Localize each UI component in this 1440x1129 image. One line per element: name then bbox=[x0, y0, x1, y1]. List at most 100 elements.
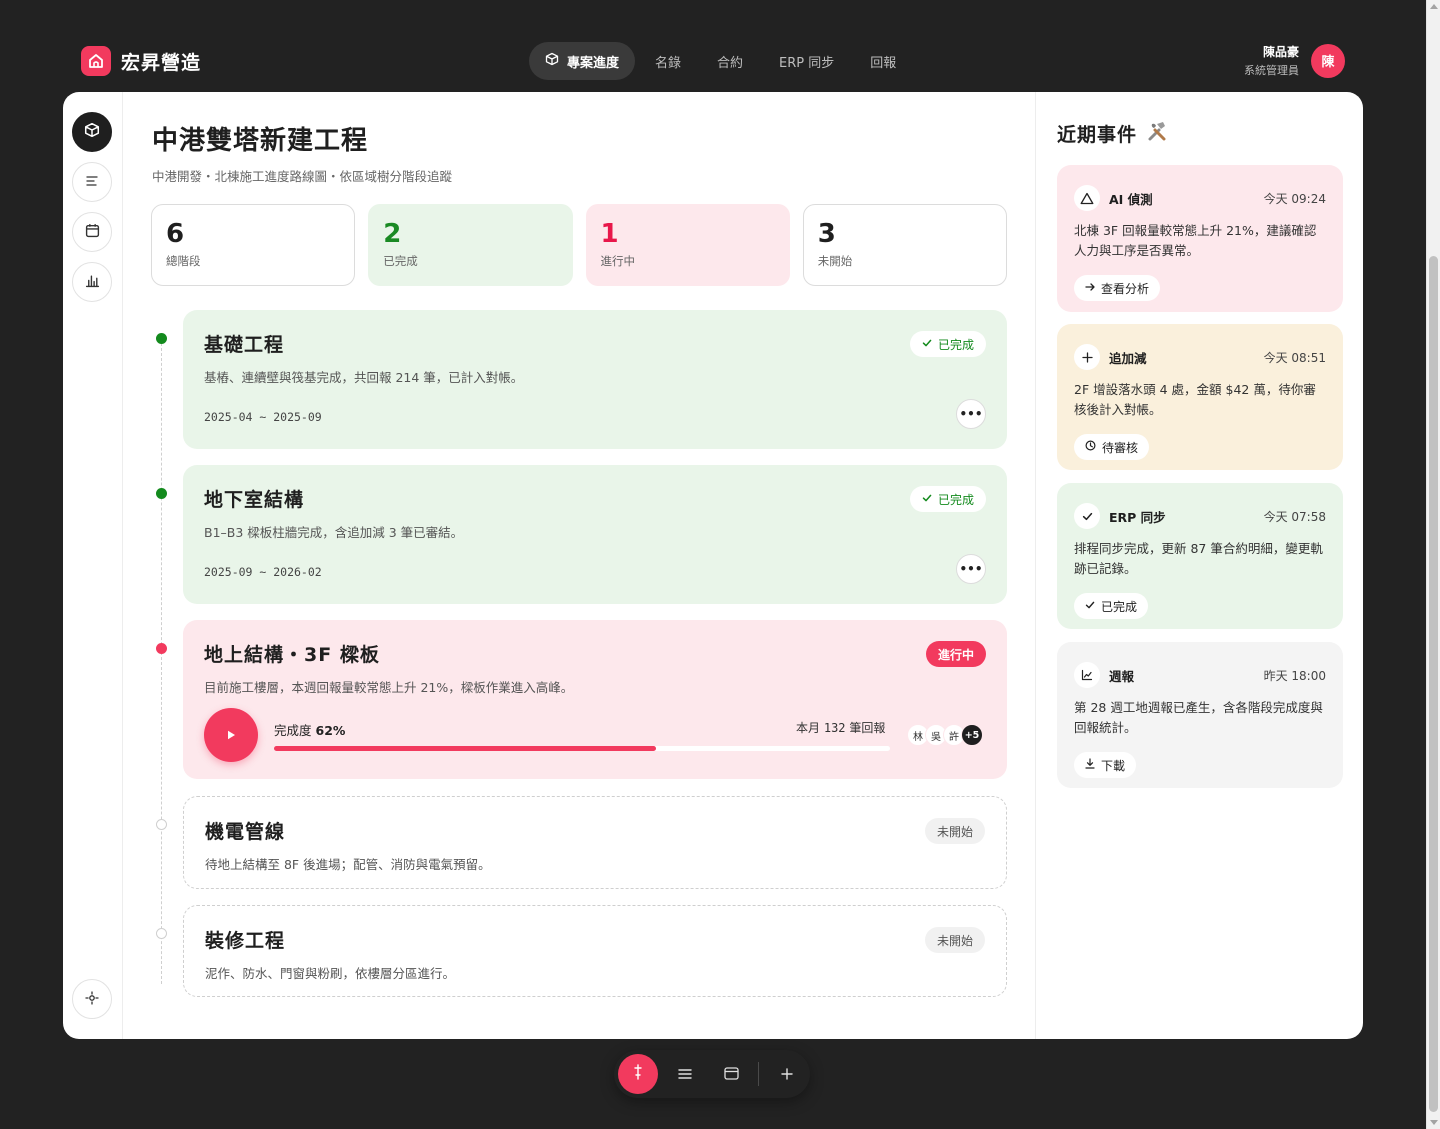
rail-button-progress[interactable] bbox=[72, 112, 112, 152]
event-name: AI 偵測 bbox=[1109, 191, 1153, 207]
phase-desc: 待地上結構至 8F 後進場；配管、消防與電氣預留。 bbox=[205, 857, 491, 872]
window-icon bbox=[723, 1065, 739, 1084]
status-badge: 進行中 bbox=[925, 641, 986, 667]
nav-item-label: 回報 bbox=[870, 55, 897, 71]
phase-desc: 目前施工樓層，本週回報量較常態上升 21%，樑板作業進入高峰。 bbox=[204, 680, 574, 695]
page-scrollbar[interactable] bbox=[1426, 0, 1440, 1129]
event-name: 週報 bbox=[1109, 668, 1135, 684]
page-title: 中港雙塔新建工程 bbox=[152, 126, 369, 156]
plus-icon bbox=[781, 1065, 793, 1084]
page-subtitle: 中港開發・北棟施工進度路線圖・依區域樹分階段追蹤 bbox=[152, 169, 453, 184]
stat-total-phases[interactable]: 6 總階段 bbox=[151, 204, 356, 286]
timeline-dot-done bbox=[156, 488, 167, 499]
progress-row: 完成度 62% 本月 132 筆回報 林 吳 許 +5 bbox=[204, 708, 986, 762]
phase-card-finishing[interactable]: 裝修工程 泥作、防水、門窗與粉刷，依樓層分區進行。 未開始 bbox=[183, 905, 1007, 997]
action-label: 已完成 bbox=[1101, 599, 1138, 614]
stat-label: 已完成 bbox=[383, 254, 418, 268]
progress-label: 完成度 62% bbox=[274, 720, 345, 739]
dock-list-button[interactable] bbox=[670, 1059, 700, 1089]
progress-content: 中港雙塔新建工程 中港開發・北棟施工進度路線圖・依區域樹分階段追蹤 6 總階段 … bbox=[123, 92, 1035, 1039]
member-avatars[interactable]: 林 吳 許 +5 bbox=[907, 724, 983, 746]
stat-label: 進行中 bbox=[600, 254, 636, 268]
main-card: 中港雙塔新建工程 中港開發・北棟施工進度路線圖・依區域樹分階段追蹤 6 總階段 … bbox=[63, 92, 1363, 1039]
phase-card-foundation[interactable]: 基礎工程 基樁、連續壁與筏基完成，共回報 214 筆，已計入對帳。 2025-0… bbox=[183, 310, 1007, 449]
main-nav: 專案進度 名錄 合約 ERP 同步 回報 bbox=[529, 42, 912, 80]
event-time: 今天 08:51 bbox=[1263, 350, 1326, 365]
rail-button-locate[interactable] bbox=[72, 979, 112, 1019]
nav-item-erp-sync[interactable]: ERP 同步 bbox=[763, 42, 850, 80]
line-chart-icon bbox=[1074, 662, 1100, 688]
event-name: 追加減 bbox=[1109, 350, 1147, 366]
event-card-erp-sync[interactable]: ERP 同步 今天 07:58 排程同步完成，更新 87 筆合約明細，變更軌跡已… bbox=[1057, 483, 1343, 629]
nav-item-label: ERP 同步 bbox=[779, 55, 835, 71]
nav-item-reports[interactable]: 回報 bbox=[854, 42, 912, 80]
download-icon bbox=[1085, 758, 1095, 772]
stat-in-progress[interactable]: 1 進行中 bbox=[585, 204, 790, 286]
scrollbar-thumb[interactable] bbox=[1429, 256, 1438, 1112]
status-badge: 未開始 bbox=[924, 927, 985, 953]
phase-title: 裝修工程 bbox=[205, 930, 286, 952]
more-options-button[interactable]: ••• bbox=[956, 554, 986, 584]
event-card-change-order[interactable]: 追加減 今天 08:51 2F 增設落水頭 4 處，金額 $42 萬，待你審核後… bbox=[1057, 324, 1343, 470]
event-time: 今天 07:58 bbox=[1263, 509, 1326, 524]
view-analysis-button[interactable]: 查看分析 bbox=[1074, 275, 1161, 301]
warning-icon bbox=[1074, 185, 1100, 211]
plus-icon bbox=[1074, 344, 1100, 370]
rail-button-list[interactable] bbox=[72, 162, 112, 202]
user-menu[interactable]: 陳品豪 系統管理員 陳 bbox=[1244, 43, 1345, 78]
nav-item-contracts[interactable]: 合約 bbox=[701, 42, 759, 80]
phase-desc: B1–B3 樑板柱牆完成，含追加減 3 筆已審結。 bbox=[204, 525, 464, 540]
status-badge-label: 未開始 bbox=[936, 824, 973, 839]
dock-window-button[interactable] bbox=[716, 1059, 746, 1089]
phase-card-superstructure[interactable]: 地上結構・3F 樑板 目前施工樓層，本週回報量較常態上升 21%，樑板作業進入高… bbox=[183, 620, 1007, 779]
stats-row: 6 總階段 2 已完成 1 進行中 3 未開始 bbox=[151, 204, 1007, 286]
event-card-weekly-report[interactable]: 週報 昨天 18:00 第 28 週工地週報已產生，含各階段完成度與回報統計。 … bbox=[1057, 642, 1343, 788]
progress-label-text: 完成度 bbox=[274, 723, 312, 738]
download-button[interactable]: 下載 bbox=[1074, 752, 1137, 778]
month-unit: 筆回報 bbox=[849, 721, 886, 735]
timeline-line bbox=[161, 338, 162, 984]
event-name: ERP 同步 bbox=[1109, 509, 1166, 525]
phase-card-basement[interactable]: 地下室結構 B1–B3 樑板柱牆完成，含追加減 3 筆已審結。 2025-09 … bbox=[183, 465, 1007, 604]
scroll-down-arrow-icon[interactable] bbox=[1430, 1120, 1438, 1125]
stat-value: 1 bbox=[600, 219, 619, 249]
arrow-right-icon bbox=[1085, 281, 1095, 295]
phase-card-mep[interactable]: 機電管線 待地上結構至 8F 後進場；配管、消防與電氣預留。 未開始 bbox=[183, 796, 1007, 889]
cube-icon bbox=[545, 52, 559, 70]
rail-button-calendar[interactable] bbox=[72, 212, 112, 252]
avatar[interactable]: 陳 bbox=[1311, 43, 1345, 78]
dock-add-button[interactable] bbox=[772, 1059, 802, 1089]
timeline-dot-todo bbox=[156, 819, 167, 830]
event-time: 今天 09:24 bbox=[1263, 191, 1326, 206]
side-rail bbox=[63, 92, 123, 1039]
recent-events-panel: 近期事件 AI 偵測 今天 09:24 北棟 3F 回報量較常態上升 21%，建… bbox=[1035, 92, 1363, 1039]
dock-separator bbox=[758, 1062, 759, 1086]
scroll-up-arrow-icon[interactable] bbox=[1430, 4, 1438, 9]
clock-icon bbox=[1085, 440, 1096, 454]
completed-button[interactable]: 已完成 bbox=[1074, 593, 1149, 619]
stat-not-started[interactable]: 3 未開始 bbox=[802, 204, 1007, 286]
timeline-dot-done bbox=[156, 333, 167, 344]
more-options-button[interactable]: ••• bbox=[956, 399, 986, 429]
nav-item-directory[interactable]: 名錄 bbox=[639, 42, 697, 80]
brand-logo-icon bbox=[81, 46, 111, 76]
event-body: 北棟 3F 回報量較常態上升 21%，建議確認人力與工序是否異常。 bbox=[1074, 223, 1317, 258]
nav-item-progress[interactable]: 專案進度 bbox=[529, 42, 636, 80]
user-role: 系統管理員 bbox=[1244, 64, 1299, 77]
user-name: 陳品豪 bbox=[1262, 45, 1299, 59]
event-card-ai-detection[interactable]: AI 偵測 今天 09:24 北棟 3F 回報量較常態上升 21%，建議確認人力… bbox=[1057, 165, 1343, 312]
panel-title-text: 近期事件 bbox=[1057, 124, 1138, 146]
brand[interactable]: 宏昇營造 bbox=[81, 46, 201, 76]
event-header: 追加減 今天 08:51 bbox=[1074, 344, 1326, 370]
rail-button-chart[interactable] bbox=[72, 262, 112, 302]
phase-title: 基礎工程 bbox=[204, 334, 285, 356]
play-button[interactable] bbox=[204, 708, 258, 762]
event-time: 昨天 18:00 bbox=[1263, 668, 1326, 683]
event-header: 週報 昨天 18:00 bbox=[1074, 662, 1326, 688]
panel-title: 近期事件 bbox=[1057, 120, 1169, 147]
stat-completed[interactable]: 2 已完成 bbox=[368, 204, 573, 286]
pending-review-button[interactable]: 待審核 bbox=[1074, 434, 1150, 460]
status-badge: 未開始 bbox=[924, 818, 985, 844]
dock-primary-button[interactable] bbox=[618, 1054, 658, 1094]
locate-icon bbox=[85, 990, 99, 1009]
